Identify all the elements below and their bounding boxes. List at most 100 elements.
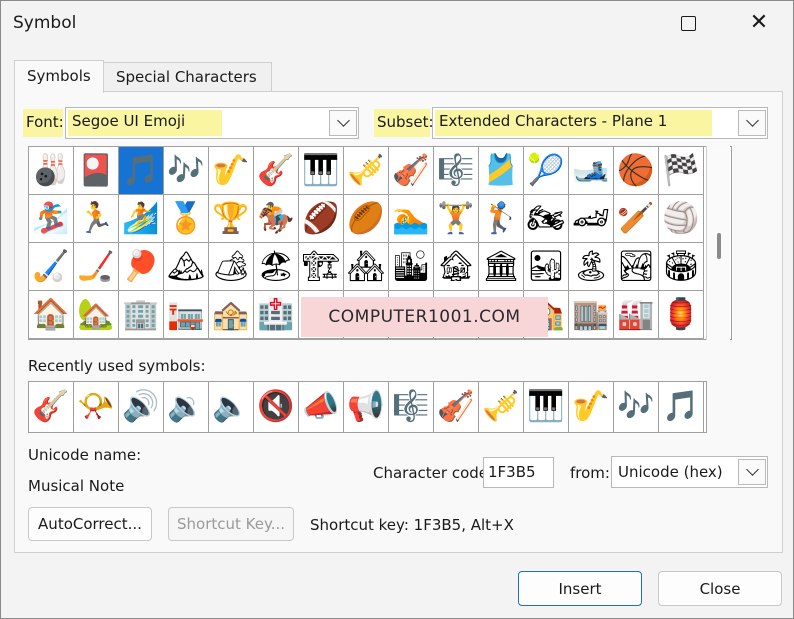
character-code-label: Character code: <box>373 464 494 482</box>
symbol-cell[interactable]: 🏅 <box>164 195 209 243</box>
symbol-cell[interactable]: 🎽 <box>479 147 524 195</box>
from-value: Unicode (hex) <box>618 463 723 481</box>
symbol-cell[interactable]: 🏝 <box>569 243 614 291</box>
subset-label: Subset: <box>374 109 434 137</box>
symbol-cell[interactable]: 🏈 <box>299 195 344 243</box>
symbol-cell[interactable]: 🏃 <box>74 195 119 243</box>
symbol-cell[interactable]: 🏗 <box>299 243 344 291</box>
symbol-cell[interactable]: 🏁 <box>659 147 704 195</box>
symbol-cell[interactable]: 🏇 <box>254 195 299 243</box>
close-icon: ✕ <box>749 10 769 35</box>
symbol-cell[interactable]: 🎴 <box>74 147 119 195</box>
symbol-dialog: Symbol ✕ Symbols Special Characters Font… <box>0 0 794 619</box>
symbol-cell[interactable]: 🎳 <box>29 147 74 195</box>
recent-symbol-cell[interactable]: 🎷 <box>569 382 614 432</box>
recent-symbol-cell[interactable]: 🎹 <box>524 382 569 432</box>
symbol-cell[interactable]: 🏚 <box>434 243 479 291</box>
recent-symbol-cell[interactable]: 🎵 <box>659 382 704 432</box>
symbol-cell[interactable]: 🏜 <box>524 243 569 291</box>
symbol-cell[interactable]: 🎸 <box>254 147 299 195</box>
symbol-cell[interactable]: 🎺 <box>344 147 389 195</box>
chevron-down-icon <box>745 114 759 127</box>
symbol-cell[interactable]: 🏉 <box>344 195 389 243</box>
symbol-cell[interactable]: 🎾 <box>524 147 569 195</box>
insert-button[interactable]: Insert <box>518 571 642 606</box>
shortcut-key-button[interactable]: Shortcut Key... <box>168 507 294 541</box>
symbol-cell[interactable]: 🏏 <box>614 195 659 243</box>
symbol-cell[interactable]: 🏂 <box>29 195 74 243</box>
symbol-cell[interactable]: 🏑 <box>29 243 74 291</box>
character-code-input[interactable]: 1F3B5 <box>483 457 554 488</box>
symbol-cell[interactable]: 🏀 <box>614 147 659 195</box>
window-title: Symbol <box>13 13 77 33</box>
font-label: Font: <box>23 109 64 137</box>
recent-symbol-cell[interactable]: 📢 <box>344 382 389 432</box>
subset-select[interactable]: Extended Characters - Plane 1 <box>432 107 768 139</box>
symbol-cell[interactable]: 🏮 <box>659 291 704 339</box>
symbol-cell[interactable]: 🏄 <box>119 195 164 243</box>
tab-special-characters[interactable]: Special Characters <box>103 62 272 92</box>
scrollbar-thumb[interactable] <box>717 233 721 259</box>
symbol-cell[interactable]: 🎶 <box>164 147 209 195</box>
symbol-cell[interactable]: 🏖 <box>254 243 299 291</box>
recent-symbol-cell[interactable]: 🔊 <box>119 382 164 432</box>
close-window-button[interactable]: ✕ <box>734 1 784 45</box>
tab-special-characters-label: Special Characters <box>116 68 257 86</box>
symbol-cell[interactable]: 🏕 <box>209 243 254 291</box>
symbol-cell[interactable]: 🏊 <box>389 195 434 243</box>
symbol-cell[interactable]: 🏆 <box>209 195 254 243</box>
symbol-grid-scrollbar[interactable] <box>706 146 730 340</box>
symbol-cell[interactable]: 🏒 <box>74 243 119 291</box>
symbol-cell[interactable]: 🎿 <box>569 147 614 195</box>
recent-symbol-cell[interactable]: 📣 <box>299 382 344 432</box>
from-dropdown-button[interactable] <box>738 459 766 485</box>
from-label: from: <box>570 464 610 482</box>
symbol-cell[interactable]: 🏢 <box>119 291 164 339</box>
title-bar: Symbol ✕ <box>1 1 793 45</box>
recent-symbol-cell[interactable]: 🔉 <box>164 382 209 432</box>
from-select[interactable]: Unicode (hex) <box>611 456 768 488</box>
recent-symbol-cell[interactable]: 🎼 <box>389 382 434 432</box>
tab-symbols[interactable]: Symbols <box>14 60 104 93</box>
symbol-cell[interactable]: 🏐 <box>659 195 704 243</box>
recent-symbol-cell[interactable]: 📯 <box>74 382 119 432</box>
recent-symbol-cell[interactable]: 🔈 <box>209 382 254 432</box>
symbol-cell[interactable]: 🏍 <box>524 195 569 243</box>
symbol-cell[interactable]: 🏋 <box>434 195 479 243</box>
symbol-cell[interactable]: 🏙 <box>389 243 434 291</box>
autocorrect-button[interactable]: AutoCorrect... <box>28 507 152 541</box>
symbol-cell[interactable]: 🏛 <box>479 243 524 291</box>
recent-symbol-cell[interactable]: 🎻 <box>434 382 479 432</box>
symbol-cell[interactable]: 🏡 <box>74 291 119 339</box>
symbol-cell[interactable]: 🏘 <box>344 243 389 291</box>
symbol-cell[interactable]: 🏠 <box>29 291 74 339</box>
symbol-cell[interactable]: 🏔 <box>164 243 209 291</box>
symbol-cell[interactable]: 🎷 <box>209 147 254 195</box>
symbol-cell[interactable]: 🏥 <box>254 291 299 339</box>
subset-dropdown-button[interactable] <box>738 110 766 136</box>
recent-symbols-label: Recently used symbols: <box>28 357 206 375</box>
symbol-cell[interactable]: 🎵 <box>119 147 164 195</box>
recent-symbols-grid[interactable]: 🎸 📯 🔊 🔉 🔈 🔇 📣 📢 🎼 🎻 🎺 🎹 🎷 🎶 🎵 <box>28 381 707 433</box>
recent-symbol-cell[interactable]: 🎺 <box>479 382 524 432</box>
symbol-cell[interactable]: 🏎 <box>569 195 614 243</box>
symbol-cell[interactable]: 🏣 <box>164 291 209 339</box>
symbol-cell[interactable]: 🏬 <box>569 291 614 339</box>
symbol-cell[interactable]: 🏌 <box>479 195 524 243</box>
symbol-cell[interactable]: 🎹 <box>299 147 344 195</box>
maximize-button[interactable] <box>663 1 713 45</box>
recent-symbol-cell[interactable]: 🎶 <box>614 382 659 432</box>
symbol-cell[interactable]: 🏓 <box>119 243 164 291</box>
close-button[interactable]: Close <box>658 571 782 606</box>
symbol-cell[interactable]: 🏭 <box>614 291 659 339</box>
recent-symbol-cell[interactable]: 🔇 <box>254 382 299 432</box>
symbol-cell[interactable]: 🎻 <box>389 147 434 195</box>
font-dropdown-button[interactable] <box>329 110 357 136</box>
symbol-cell[interactable]: 🏞 <box>614 243 659 291</box>
symbol-cell[interactable]: 🎼 <box>434 147 479 195</box>
recent-symbol-cell[interactable]: 🎸 <box>29 382 74 432</box>
symbol-cell[interactable]: 🏤 <box>209 291 254 339</box>
font-select[interactable]: Segoe UI Emoji <box>65 107 359 139</box>
symbol-cell[interactable]: 🏟 <box>659 243 704 291</box>
unicode-name-label: Unicode name: <box>28 446 142 464</box>
